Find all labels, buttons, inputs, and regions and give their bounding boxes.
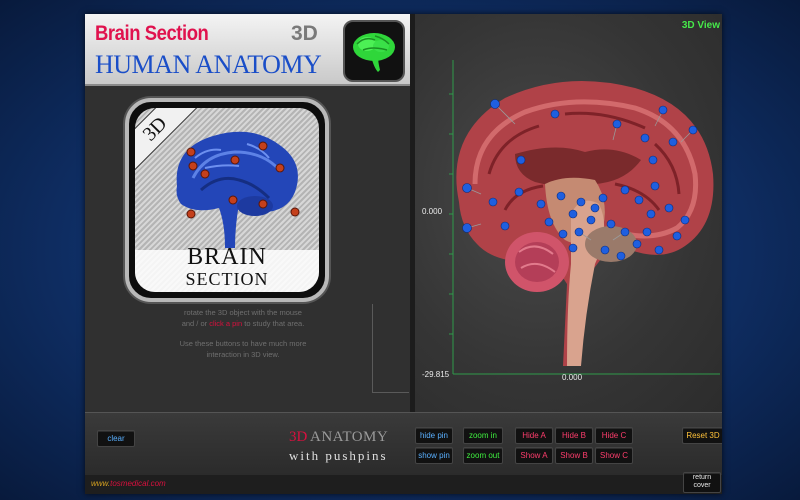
- help-text-click: and / or click a pin to study that area.: [181, 319, 305, 328]
- brain-logo-icon: [343, 20, 405, 82]
- brand-3d-badge: 3D: [291, 22, 318, 45]
- help-text-interaction: interaction in 3D view.: [206, 350, 280, 359]
- 3d-view-canvas[interactable]: 3D View 0.000 -29.815 0.000: [415, 14, 722, 412]
- return-cover-button[interactable]: return cover: [683, 472, 721, 493]
- y-axis-label: 0.000: [422, 207, 443, 216]
- left-panel: 3D BRAIN SECTION rotate the 3D object wi…: [85, 86, 410, 412]
- click-a-pin-link[interactable]: click a pin: [209, 319, 242, 328]
- show-c-button[interactable]: Show C: [595, 447, 633, 464]
- logo-tagline: with pushpins: [289, 448, 388, 463]
- app-window: Brain Section 3D HUMAN ANATOMY 3D BRAIN …: [85, 14, 722, 494]
- brain-3d-model[interactable]: [415, 14, 722, 412]
- show-pin-button[interactable]: show pin: [415, 447, 453, 464]
- zoom-out-button[interactable]: zoom out: [463, 447, 503, 464]
- footer-strip: www.tosmedical.com: [85, 475, 722, 494]
- 3d-view-label: 3D View: [681, 20, 720, 31]
- header: Brain Section 3D HUMAN ANATOMY: [85, 14, 410, 86]
- hide-c-button[interactable]: Hide C: [595, 427, 633, 444]
- hide-a-button[interactable]: Hide A: [515, 427, 553, 444]
- help-text-rotate: rotate the 3D object with the mouse: [184, 308, 302, 317]
- logo-3d: 3D: [289, 429, 308, 445]
- bottom-toolbar: clear 3D ANATOMY with pushpins hide pin …: [85, 412, 722, 494]
- hide-b-button[interactable]: Hide B: [555, 427, 593, 444]
- y-axis-min-label: -29.815: [422, 370, 450, 379]
- hide-pin-button[interactable]: hide pin: [415, 427, 453, 444]
- brand-subtitle: HUMAN ANATOMY: [95, 50, 322, 79]
- show-b-button[interactable]: Show B: [555, 447, 593, 464]
- show-a-button[interactable]: Show A: [515, 447, 553, 464]
- brain-section-app-icon: 3D BRAIN SECTION: [125, 98, 329, 302]
- clear-button[interactable]: clear: [97, 430, 135, 447]
- reset-3d-button[interactable]: Reset 3D: [682, 427, 722, 444]
- help-text-buttons: Use these buttons to have much more: [179, 339, 307, 348]
- logo-anatomy: ANATOMY: [310, 429, 389, 445]
- brand-title: Brain Section: [95, 22, 209, 45]
- icon-label-brain: BRAIN: [187, 244, 267, 270]
- x-axis-label: 0.000: [562, 373, 583, 382]
- icon-label-section: SECTION: [185, 269, 269, 289]
- zoom-in-button[interactable]: zoom in: [463, 427, 503, 444]
- website-link[interactable]: www.tosmedical.com: [91, 479, 166, 488]
- connector-bracket: [372, 304, 409, 393]
